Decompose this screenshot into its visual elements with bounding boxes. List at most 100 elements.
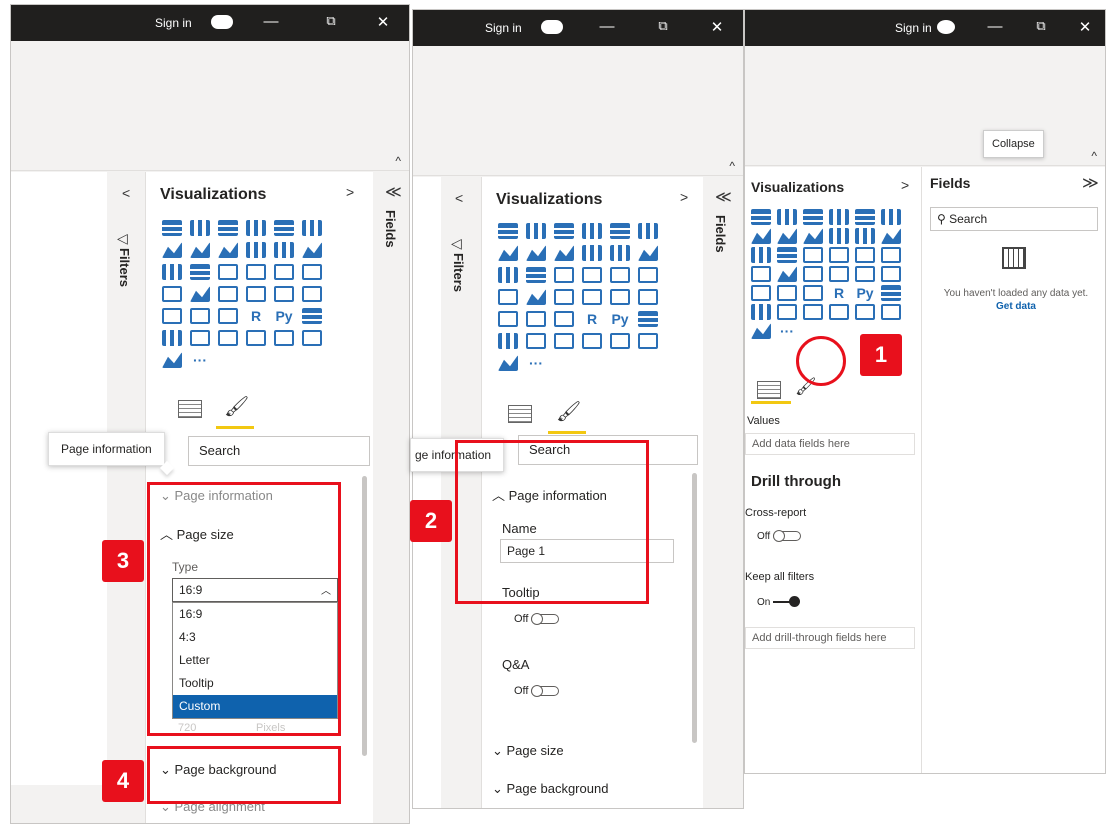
multi-row-card-icon[interactable] (274, 286, 294, 302)
format-paint-roller-icon[interactable]: 🖌 (224, 394, 249, 419)
table-icon[interactable] (190, 308, 210, 324)
scatter-icon[interactable] (803, 247, 823, 263)
clustered-bar-icon[interactable] (554, 223, 574, 239)
minimize-icon[interactable]: — (985, 18, 1005, 35)
line-column-icon[interactable] (829, 228, 849, 244)
close-icon[interactable]: ✕ (1075, 18, 1095, 36)
key-influencers-icon[interactable] (302, 308, 322, 324)
stacked-area-icon[interactable] (554, 245, 574, 261)
matrix-icon[interactable] (803, 285, 823, 301)
multi-row-card-icon[interactable] (610, 289, 630, 305)
restore-icon[interactable]: ⧉ (1031, 18, 1051, 34)
line-chart-icon[interactable] (162, 242, 182, 258)
gauge-icon[interactable] (218, 286, 238, 302)
qa-toggle[interactable]: Off (514, 685, 560, 698)
python-visual-icon[interactable]: Py (855, 285, 875, 301)
power-automate-icon[interactable] (881, 304, 901, 320)
multi-row-card-icon[interactable] (855, 266, 875, 282)
100-bar-icon[interactable] (274, 220, 294, 236)
fields-tab-icon[interactable] (178, 400, 202, 418)
minimize-icon[interactable]: — (261, 13, 281, 30)
sign-in-link[interactable]: Sign in (485, 21, 522, 35)
fields-label[interactable]: Fields (713, 215, 728, 253)
theme-toggle[interactable] (541, 20, 563, 34)
pane-scrollbar[interactable] (362, 476, 367, 756)
narrative-icon[interactable] (554, 333, 574, 349)
scatter-icon[interactable] (218, 264, 238, 280)
area-chart-icon[interactable] (190, 242, 210, 258)
paginated-report-icon[interactable] (246, 330, 266, 346)
pie-icon[interactable] (829, 247, 849, 263)
fields-label[interactable]: Fields (383, 210, 398, 248)
matrix-icon[interactable] (554, 311, 574, 327)
kpi-icon[interactable] (638, 289, 658, 305)
map-icon[interactable] (751, 266, 771, 282)
expand-viz-icon[interactable]: > (346, 184, 354, 200)
paginated-report-icon[interactable] (829, 304, 849, 320)
table-icon[interactable] (526, 311, 546, 327)
collapse-fields-icon[interactable]: ≫ (1082, 173, 1099, 193)
slicer-icon[interactable] (751, 285, 771, 301)
more-visuals-icon[interactable]: ··· (777, 323, 797, 339)
slicer-icon[interactable] (498, 311, 518, 327)
funnel-icon[interactable] (190, 264, 210, 280)
page-background-header[interactable]: ⌄ Page background (492, 781, 608, 797)
stacked-bar-icon[interactable] (498, 223, 518, 239)
key-influencers-icon[interactable] (881, 285, 901, 301)
pane-scrollbar[interactable] (692, 473, 697, 743)
qa-icon[interactable] (526, 333, 546, 349)
decomposition-tree-icon[interactable] (162, 330, 182, 346)
area-chart-icon[interactable] (526, 245, 546, 261)
funnel-icon[interactable] (777, 247, 797, 263)
treemap-icon[interactable] (881, 247, 901, 263)
paginated-report-icon[interactable] (582, 333, 602, 349)
line-chart-icon[interactable] (498, 245, 518, 261)
slicer-icon[interactable] (162, 308, 182, 324)
stacked-column-icon[interactable] (190, 220, 210, 236)
format-paint-roller-icon[interactable]: 🖌 (556, 399, 581, 424)
waterfall-icon[interactable] (162, 264, 182, 280)
expand-viz-icon[interactable]: > (680, 189, 688, 205)
get-data-link[interactable]: Get data (996, 301, 1036, 312)
python-visual-icon[interactable]: Py (610, 311, 630, 327)
100-bar-icon[interactable] (610, 223, 630, 239)
stacked-column-icon[interactable] (777, 209, 797, 225)
clustered-bar-icon[interactable] (803, 209, 823, 225)
decomposition-tree-icon[interactable] (498, 333, 518, 349)
card-icon[interactable] (582, 289, 602, 305)
map-icon[interactable] (498, 289, 518, 305)
donut-icon[interactable] (274, 264, 294, 280)
area-chart-icon[interactable] (777, 228, 797, 244)
filters-label[interactable]: Filters (117, 248, 132, 287)
goals-icon[interactable] (498, 355, 518, 371)
expand-viz-icon[interactable]: > (901, 177, 909, 193)
goals-icon[interactable] (751, 323, 771, 339)
qa-icon[interactable] (777, 304, 797, 320)
card-icon[interactable] (829, 266, 849, 282)
report-canvas[interactable] (413, 177, 441, 808)
filters-label[interactable]: Filters (451, 253, 466, 292)
fields-pane-collapsed[interactable]: ≪ Fields (703, 177, 743, 808)
filters-pane-collapsed[interactable]: < ◁ Filters (107, 172, 145, 823)
map-icon[interactable] (162, 286, 182, 302)
keep-filters-toggle[interactable]: On (757, 596, 801, 608)
pie-icon[interactable] (582, 267, 602, 283)
ribbon-chart-icon[interactable] (881, 228, 901, 244)
100-column-icon[interactable] (302, 220, 322, 236)
table-icon[interactable] (777, 285, 797, 301)
ribbon-collapse-icon[interactable]: ^ (395, 154, 401, 168)
r-visual-icon[interactable]: R (829, 285, 849, 301)
narrative-icon[interactable] (803, 304, 823, 320)
stacked-bar-icon[interactable] (751, 209, 771, 225)
expand-filters-icon[interactable]: < (455, 190, 463, 206)
line-column-icon[interactable] (246, 242, 266, 258)
more-visuals-icon[interactable]: ··· (190, 352, 210, 368)
ribbon-chart-icon[interactable] (302, 242, 322, 258)
fields-tab-icon[interactable] (757, 381, 781, 399)
theme-toggle[interactable] (937, 20, 955, 34)
sign-in-link[interactable]: Sign in (895, 21, 932, 35)
treemap-icon[interactable] (638, 267, 658, 283)
decomposition-tree-icon[interactable] (751, 304, 771, 320)
kpi-icon[interactable] (881, 266, 901, 282)
stacked-area-icon[interactable] (218, 242, 238, 258)
